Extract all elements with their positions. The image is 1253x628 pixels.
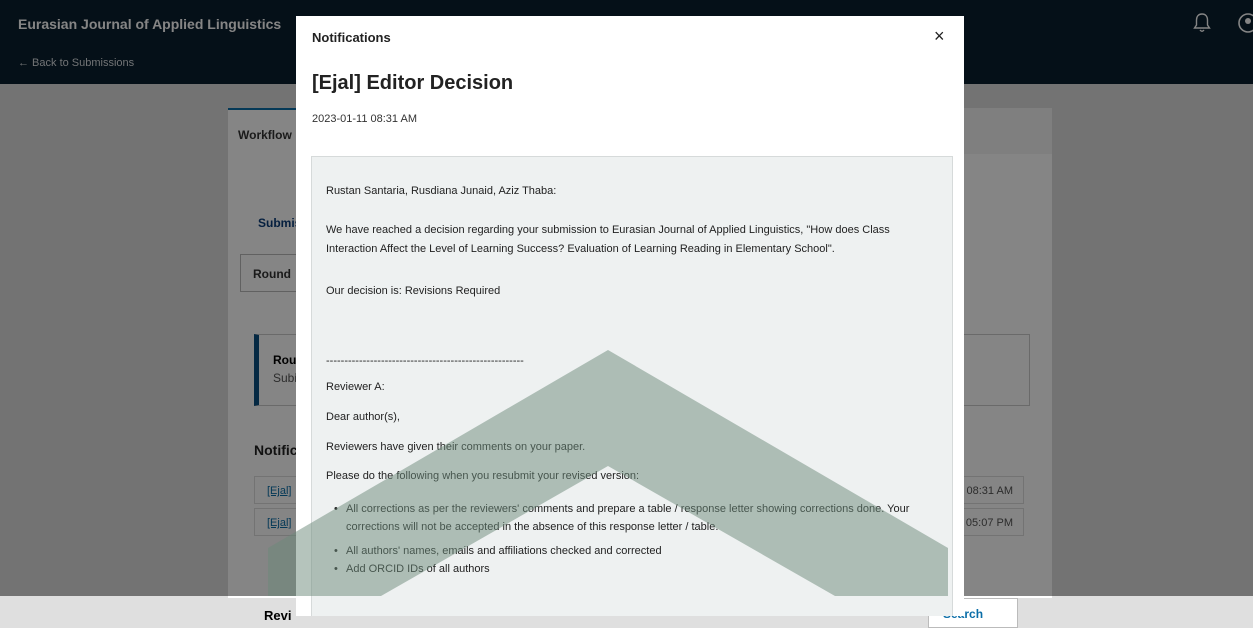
notification-title: [Ejal] Editor Decision bbox=[312, 72, 514, 94]
message-recipients: Rustan Santaria, Rusdiana Junaid, Aziz T… bbox=[326, 185, 557, 197]
message-decision: Our decision is: Revisions Required bbox=[326, 285, 501, 297]
message-body: Rustan Santaria, Rusdiana Junaid, Aziz T… bbox=[311, 156, 953, 616]
message-line: Please do the following when you resubmi… bbox=[326, 470, 640, 482]
message-greeting: Dear author(s), bbox=[326, 411, 400, 423]
message-bullet: All authors' names, emails and affiliati… bbox=[334, 542, 941, 560]
message-separator: ----------------------------------------… bbox=[326, 355, 524, 367]
modal-header: Notifications bbox=[312, 30, 391, 45]
notification-date: 2023-01-11 08:31 AM bbox=[312, 113, 417, 125]
notification-modal: Notifications × [Ejal] Editor Decision 2… bbox=[296, 16, 964, 616]
message-reviewer: Reviewer A: bbox=[326, 381, 385, 393]
message-line: Reviewers have given their comments on y… bbox=[326, 441, 586, 453]
reviewers-heading: Revi bbox=[264, 608, 292, 623]
message-bullet: All corrections as per the reviewers' co… bbox=[334, 500, 941, 536]
message-paragraph: We have reached a decision regarding you… bbox=[326, 224, 890, 255]
message-bullet: Add ORCID IDs of all authors bbox=[334, 560, 941, 578]
close-icon[interactable]: × bbox=[934, 26, 945, 47]
